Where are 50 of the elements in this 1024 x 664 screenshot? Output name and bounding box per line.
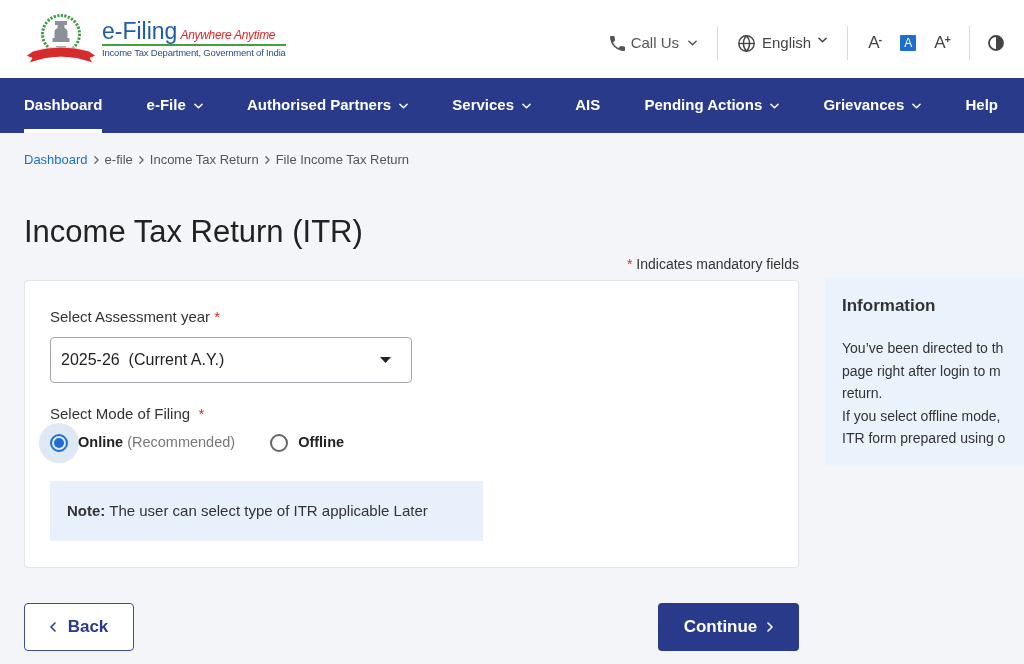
mandatory-note: * Indicates mandatory fields <box>627 255 799 273</box>
information-text-line: page right after login to m <box>842 361 1002 381</box>
text-size-button[interactable]: A- <box>868 34 883 52</box>
continue-button[interactable]: Continue <box>658 603 799 651</box>
information-text-line: You’ve been directed to th <box>842 339 1005 358</box>
radio-label[interactable]: Offline <box>298 432 345 454</box>
chevron-right-icon <box>264 156 270 164</box>
contrast-icon[interactable] <box>988 35 1004 51</box>
information-text-line: ITR form prepared using o <box>842 429 1007 448</box>
back-button[interactable]: Back <box>24 603 134 651</box>
nav-tab[interactable]: Dashboard <box>24 78 103 133</box>
globe-icon <box>738 34 755 52</box>
field-label: Select Assessment year * <box>50 308 222 326</box>
chevron-down-icon <box>688 40 697 46</box>
chevron-right-icon <box>767 622 774 632</box>
nav-tab[interactable]: Services <box>452 78 532 133</box>
logo-tagline: Anywhere Anytime <box>180 28 276 42</box>
chevron-down-icon <box>818 37 828 43</box>
phone-icon <box>609 35 625 51</box>
caret-down-icon <box>380 357 391 363</box>
logo-title: e-Filing <box>102 18 178 44</box>
nav-tab[interactable]: Authorised Partners <box>246 78 409 133</box>
call-us-button[interactable]: Call Us <box>609 31 697 55</box>
nav-tab[interactable]: Pending Actions <box>644 78 780 133</box>
breadcrumb-item: File Income Tax Return <box>275 151 410 169</box>
chevron-right-icon <box>138 156 144 164</box>
nav-tab[interactable]: e-File <box>146 78 203 133</box>
radio-label[interactable]: Online (Recommended) <box>78 432 236 454</box>
radio-button[interactable] <box>39 423 79 463</box>
breadcrumb-item: Income Tax Return <box>149 151 259 169</box>
nav-tab[interactable]: Help <box>965 78 998 133</box>
emblem-logo-icon <box>25 13 97 65</box>
breadcrumb-item: e-file <box>104 151 133 169</box>
logo-subtitle: Income Tax Department, Government of India <box>102 46 286 60</box>
note-text: Note: The user can select type of ITR applicable Later <box>67 500 428 521</box>
information-text-line: return. <box>842 384 884 403</box>
information-title: Information <box>842 296 937 316</box>
field-label: Select Mode of Filing * <box>50 405 205 423</box>
page-title: Income Tax Return (ITR) <box>24 214 364 250</box>
language-button[interactable]: English <box>738 31 828 55</box>
chevron-right-icon <box>93 156 99 164</box>
nav-tab[interactable]: Grievances <box>823 78 922 133</box>
assessment-year-select[interactable]: 2025-26 (Current A.Y.) <box>50 337 412 383</box>
radio-button[interactable] <box>270 434 289 452</box>
nav-tab[interactable]: AIS <box>575 78 601 133</box>
breadcrumb-link[interactable]: Dashboard <box>24 151 88 169</box>
information-text-line: If you select offline mode, <box>842 406 1002 426</box>
text-size-button[interactable]: A <box>900 35 917 51</box>
chevron-left-icon <box>49 622 56 632</box>
text-size-button[interactable]: A+ <box>934 34 951 52</box>
